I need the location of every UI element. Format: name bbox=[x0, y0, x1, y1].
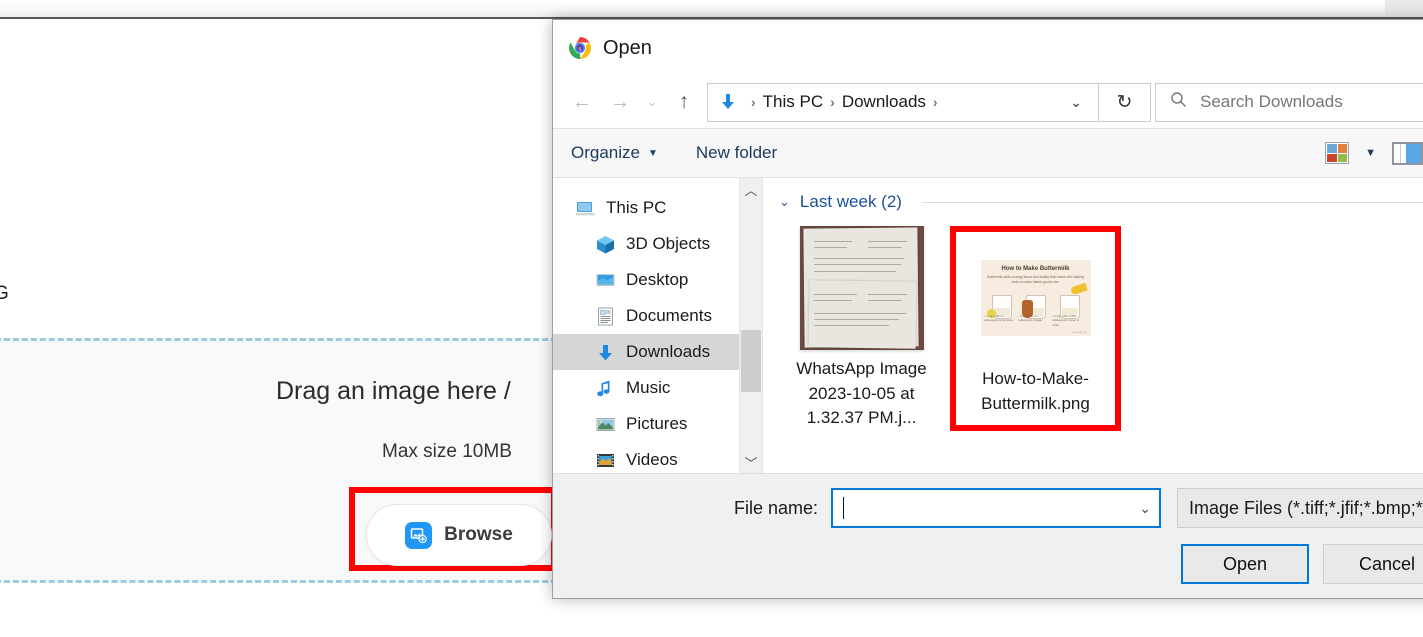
dialog-navbar: ← → ⌄ ↑ › This PC › Downloads › ⌄ ↻ Sear… bbox=[553, 76, 1423, 128]
sidebar-item-this-pc[interactable]: This PC bbox=[553, 190, 762, 226]
page-top-strip-right bbox=[1385, 0, 1423, 17]
file-group-header[interactable]: ⌄ Last week (2) bbox=[779, 192, 1423, 212]
group-header-rule bbox=[921, 201, 1423, 203]
breadcrumb-separator-2: › bbox=[932, 94, 938, 110]
chrome-icon: s bbox=[568, 36, 592, 60]
view-options-icon[interactable] bbox=[1325, 142, 1350, 164]
caret-down-icon-view[interactable]: ▼ bbox=[1365, 147, 1376, 159]
file-type-filter-value: Image Files (*.tiff;*.jfif;*.bmp;*.g bbox=[1189, 497, 1423, 518]
file-group-label: Last week (2) bbox=[799, 192, 902, 211]
chevron-down-icon-group[interactable]: ⌄ bbox=[779, 194, 790, 210]
sidebar-item-label: Music bbox=[626, 378, 671, 397]
documents-icon bbox=[595, 306, 616, 327]
arrow-right-icon[interactable]: → bbox=[601, 83, 639, 121]
search-icon bbox=[1170, 91, 1187, 113]
dropzone-title: Drag an image here / bbox=[276, 377, 511, 405]
breadcrumb-item-this-pc[interactable]: This PC bbox=[763, 92, 823, 112]
file-type-filter[interactable]: Image Files (*.tiff;*.jfif;*.bmp;*.g bbox=[1177, 488, 1423, 528]
sidebar-item-label: Documents bbox=[626, 306, 712, 325]
music-icon bbox=[595, 378, 616, 399]
file-list: ⌄ Last week (2) WhatsApp Image 2023-10-0… bbox=[763, 178, 1423, 473]
file-thumbnail-buttermilk: How to Make Buttermilk Buttermilk adds a… bbox=[973, 236, 1098, 360]
caret-down-icon-organize: ▼ bbox=[647, 147, 658, 159]
add-image-icon bbox=[405, 521, 433, 549]
chevron-down-icon[interactable]: ﹀ bbox=[740, 451, 762, 473]
dialog-titlebar: s Open bbox=[553, 20, 1423, 76]
sidebar-item-desktop[interactable]: Desktop bbox=[553, 262, 762, 298]
desktop-icon bbox=[595, 270, 616, 291]
file-name-label: How-to-Make-Buttermilk.png bbox=[981, 369, 1090, 413]
open-button-label: Open bbox=[1222, 553, 1268, 574]
breadcrumb-separator-1: › bbox=[830, 94, 835, 110]
organize-button[interactable]: Organize ▼ bbox=[571, 143, 658, 163]
infographic-column-2: • 1 cup milk • 1-3/4 tablespoons cream o… bbox=[1052, 313, 1080, 327]
search-placeholder: Search Downloads bbox=[1200, 92, 1343, 111]
dropzone-max-size: Max size 10MB bbox=[382, 441, 512, 462]
sidebar-item-label: Desktop bbox=[626, 270, 689, 289]
arrow-left-icon[interactable]: ← bbox=[563, 83, 601, 121]
sidebar-item-music[interactable]: Music bbox=[553, 370, 762, 406]
new-folder-label: New folder bbox=[695, 143, 778, 162]
sidebar-item-downloads[interactable]: Downloads bbox=[553, 334, 762, 370]
scrollbar-thumb[interactable] bbox=[741, 330, 761, 392]
file-name-field-label: File name: bbox=[733, 497, 818, 518]
file-tile-buttermilk-annotated[interactable]: How to Make Buttermilk Buttermilk adds a… bbox=[950, 226, 1121, 431]
page-top-strip bbox=[0, 0, 1423, 17]
browse-button-label: Browse bbox=[444, 524, 513, 545]
browse-annotation-box: Browse bbox=[349, 487, 557, 571]
organize-label: Organize bbox=[571, 143, 640, 162]
new-folder-button[interactable]: New folder bbox=[696, 143, 777, 163]
image-dropzone[interactable]: Drag an image here / Max size 10MB Brows… bbox=[0, 338, 566, 583]
infographic-column-1: • 1 cup milk • 1 tablespoon vinegar bbox=[1018, 313, 1043, 323]
infographic-title: How to Make Buttermilk bbox=[1001, 266, 1070, 272]
downloads-arrow-icon bbox=[718, 92, 738, 112]
sidebar-item-label: Downloads bbox=[626, 342, 711, 361]
pictures-icon bbox=[595, 414, 616, 435]
sidebar-tree: This PC 3D Objects Desktop Documents Dow… bbox=[553, 178, 762, 473]
screen: G Drag an image here / Max size 10MB Bro… bbox=[0, 0, 1423, 637]
sidebar-item-label: Pictures bbox=[626, 414, 688, 433]
dialog-toolbar: Organize ▼ New folder ▼ bbox=[553, 128, 1423, 178]
sidebar-item-pictures[interactable]: Pictures bbox=[553, 406, 762, 442]
browse-button[interactable]: Browse bbox=[366, 504, 552, 566]
open-button[interactable]: Open bbox=[1181, 544, 1309, 584]
breadcrumb-item-downloads[interactable]: Downloads bbox=[842, 92, 926, 112]
arrow-up-icon[interactable]: ↑ bbox=[665, 83, 703, 121]
dialog-body: This PC 3D Objects Desktop Documents Dow… bbox=[553, 178, 1423, 473]
sidebar-item-label: 3D Objects bbox=[626, 234, 711, 253]
text-cursor bbox=[843, 497, 844, 519]
refresh-icon[interactable]: ↻ bbox=[1099, 82, 1151, 122]
chevron-up-icon[interactable]: ︿ bbox=[740, 178, 762, 200]
breadcrumb-chevron-down-icon[interactable]: ⌄ bbox=[1060, 94, 1092, 111]
file-tile-whatsapp[interactable]: WhatsApp Image 2023-10-05 at 1.32.37 PM.… bbox=[779, 226, 944, 431]
file-thumbnail-whatsapp bbox=[799, 226, 924, 350]
sidebar-item-label: This PC bbox=[606, 198, 667, 217]
cancel-button-label: Cancel bbox=[1358, 553, 1416, 574]
sidebar-item-3d-objects[interactable]: 3D Objects bbox=[553, 226, 762, 262]
file-open-dialog: s Open ← → ⌄ ↑ › This PC › Downloads › ⌄… bbox=[552, 19, 1423, 599]
this-pc-icon bbox=[575, 198, 596, 219]
sidebar-scrollbar[interactable]: ︿ ﹀ bbox=[739, 178, 762, 473]
sidebar-item-documents[interactable]: Documents bbox=[553, 298, 762, 334]
infographic-column-0: • 1 cup milk • 1 tablespoon lemon juice bbox=[984, 313, 1014, 323]
downloads-icon bbox=[595, 342, 616, 363]
dialog-footer: File name: ⌄ Image Files (*.tiff;*.jfif;… bbox=[553, 473, 1423, 598]
breadcrumb-separator-0: › bbox=[751, 94, 756, 110]
infographic-subtitle: Buttermilk adds a tangy flavor and acidi… bbox=[987, 275, 1084, 285]
videos-icon bbox=[595, 450, 616, 471]
partial-text-left: G bbox=[0, 283, 9, 304]
3d-objects-icon bbox=[595, 234, 616, 255]
infographic-footer: www.taste.org bbox=[1071, 331, 1087, 334]
file-name-input[interactable]: ⌄ bbox=[831, 488, 1161, 528]
chevron-down-icon-recent[interactable]: ⌄ bbox=[639, 83, 665, 121]
dialog-title: Open bbox=[603, 36, 652, 59]
search-input[interactable]: Search Downloads bbox=[1155, 82, 1423, 122]
sidebar-item-label: Videos bbox=[626, 450, 678, 469]
file-name-label: WhatsApp Image 2023-10-05 at 1.32.37 PM.… bbox=[796, 359, 927, 428]
preview-pane-icon[interactable] bbox=[1392, 141, 1423, 165]
file-tiles: WhatsApp Image 2023-10-05 at 1.32.37 PM.… bbox=[779, 226, 1423, 431]
cancel-button[interactable]: Cancel bbox=[1323, 544, 1423, 584]
breadcrumb[interactable]: › This PC › Downloads › ⌄ bbox=[707, 82, 1099, 122]
chevron-down-icon-filename[interactable]: ⌄ bbox=[1139, 500, 1151, 517]
